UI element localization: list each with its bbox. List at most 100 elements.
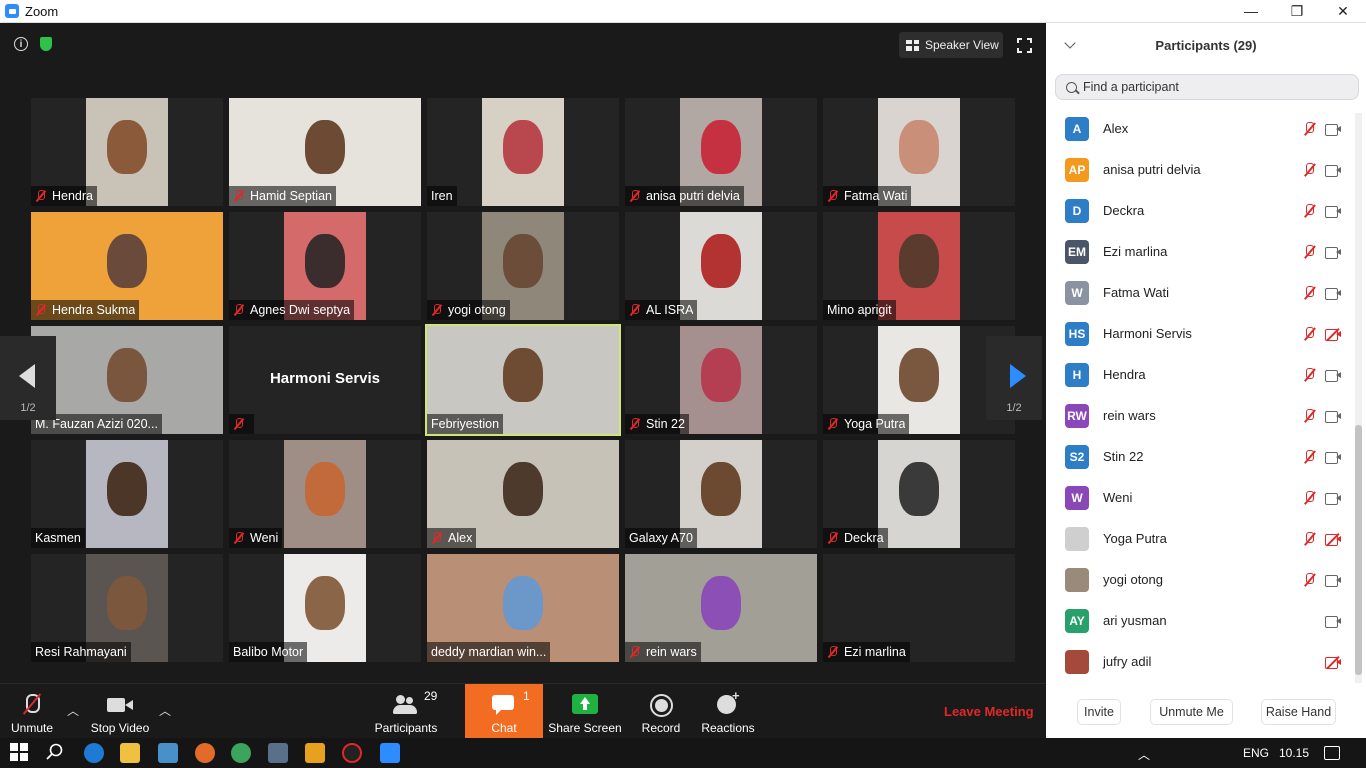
app-taskbar-icon[interactable] <box>158 743 178 763</box>
video-tile[interactable]: Harmoni Servis <box>229 326 421 434</box>
unmute-button[interactable]: Unmute <box>4 684 60 739</box>
app-taskbar-icon-2[interactable] <box>268 743 288 763</box>
camera-icon <box>1325 206 1342 218</box>
video-tile[interactable]: Hendra Sukma <box>31 212 223 320</box>
participant-row[interactable]: S2 Stin 22 <box>1046 436 1351 477</box>
record-button[interactable]: Record <box>634 684 688 739</box>
tile-name: deddy mardian win... <box>431 645 547 659</box>
leave-meeting-button[interactable]: Leave Meeting <box>944 704 1034 719</box>
firefox-icon[interactable] <box>195 743 215 763</box>
video-tile[interactable]: Weni <box>229 440 421 548</box>
previous-page-button[interactable]: 1/2 <box>0 336 56 420</box>
chat-label: Chat <box>491 721 517 735</box>
video-tile[interactable]: Febriyestion <box>425 324 621 436</box>
video-tile[interactable]: Kasmen <box>31 440 223 548</box>
zoom-logo-icon <box>5 4 19 18</box>
video-tile[interactable]: Mino aprigit <box>823 212 1015 320</box>
video-tile[interactable]: Ezi marlina <box>823 554 1015 662</box>
language-indicator[interactable]: ENG <box>1243 746 1269 760</box>
chrome-icon[interactable] <box>231 743 251 763</box>
tile-nameplate: deddy mardian win... <box>427 642 551 662</box>
participant-row[interactable]: jufry adil <box>1046 641 1351 682</box>
file-explorer-icon[interactable] <box>120 743 140 763</box>
video-tile[interactable]: Agnes Dwi septya <box>229 212 421 320</box>
sublime-icon[interactable] <box>305 743 325 763</box>
tile-name: Hamid Septian <box>250 189 332 203</box>
encryption-shield-icon[interactable] <box>40 37 52 51</box>
participant-row[interactable]: A Alex <box>1046 108 1351 149</box>
info-icon[interactable]: i <box>14 37 28 51</box>
recorder-icon[interactable] <box>342 743 362 763</box>
windows-start-icon[interactable] <box>10 743 30 763</box>
participant-row[interactable]: D Deckra <box>1046 190 1351 231</box>
video-tile[interactable]: Deckra <box>823 440 1015 548</box>
participant-row[interactable]: RW rein wars <box>1046 395 1351 436</box>
muted-mic-icon <box>629 190 641 202</box>
video-tile[interactable]: Hendra <box>31 98 223 206</box>
video-tile[interactable]: Balibo Motor <box>229 554 421 662</box>
raise-hand-button[interactable]: Raise Hand <box>1261 699 1336 725</box>
video-tile[interactable]: Galaxy A70 <box>625 440 817 548</box>
participant-face <box>899 120 939 174</box>
tray-chevron-icon[interactable]: ︿ <box>1138 746 1150 763</box>
video-tile[interactable]: deddy mardian win... <box>427 554 619 662</box>
zoom-taskbar-icon[interactable] <box>380 743 400 763</box>
video-options-chevron-icon[interactable]: ︿ <box>159 702 171 719</box>
camera-icon <box>1325 165 1342 177</box>
participants-label: Participants <box>374 721 438 735</box>
speaker-view-button[interactable]: Speaker View <box>899 32 1003 58</box>
participant-row[interactable]: W Fatma Wati <box>1046 272 1351 313</box>
participant-row[interactable]: yogi otong <box>1046 559 1351 600</box>
camera-icon <box>1325 288 1342 300</box>
chat-unread-badge: 1 <box>523 689 530 703</box>
participant-row[interactable]: Yoga Putra <box>1046 518 1351 559</box>
reactions-button[interactable]: Reactions <box>698 684 758 739</box>
video-tile[interactable]: yogi otong <box>427 212 619 320</box>
notifications-icon[interactable] <box>1324 746 1340 760</box>
unmute-me-button[interactable]: Unmute Me <box>1150 699 1233 725</box>
video-tile[interactable]: Alex <box>427 440 619 548</box>
avatar: A <box>1065 117 1089 141</box>
video-tile[interactable]: anisa putri delvia <box>625 98 817 206</box>
video-tile[interactable]: Resi Rahmayani <box>31 554 223 662</box>
participant-row[interactable]: H Hendra <box>1046 354 1351 395</box>
participant-row[interactable]: HS Harmoni Servis <box>1046 313 1351 354</box>
camera-off-icon <box>1325 532 1342 547</box>
share-screen-button[interactable]: Share Screen <box>548 684 622 739</box>
muted-mic-icon <box>1303 286 1315 300</box>
video-tile[interactable]: Hamid Septian <box>229 98 421 206</box>
video-tile[interactable]: AL ISRA <box>625 212 817 320</box>
video-tile[interactable]: Iren <box>427 98 619 206</box>
scrollbar-thumb[interactable] <box>1355 425 1362 675</box>
video-tile[interactable]: Fatma Wati <box>823 98 1015 206</box>
video-feed <box>86 98 168 206</box>
participant-list-scrollbar[interactable] <box>1355 113 1362 683</box>
search-input[interactable] <box>1083 80 1343 94</box>
participant-search[interactable] <box>1055 74 1359 100</box>
participant-row[interactable]: AP anisa putri delvia <box>1046 149 1351 190</box>
participant-row[interactable]: W Weni <box>1046 477 1351 518</box>
chat-button[interactable]: Chat <box>465 684 543 739</box>
edge-browser-icon[interactable] <box>84 743 104 763</box>
close-button[interactable]: ✕ <box>1320 0 1366 22</box>
fullscreen-icon[interactable] <box>1017 38 1032 53</box>
tile-name: Febriyestion <box>431 417 500 431</box>
audio-options-chevron-icon[interactable]: ︿ <box>67 702 79 719</box>
search-taskbar-icon[interactable] <box>46 743 66 763</box>
participant-name: Yoga Putra <box>1103 531 1167 546</box>
next-page-button[interactable]: 1/2 <box>986 336 1042 420</box>
invite-button[interactable]: Invite <box>1077 699 1121 725</box>
tile-nameplate: Balibo Motor <box>229 642 308 662</box>
title-bar: Zoom — ❐ ✕ <box>0 0 1366 23</box>
video-tile[interactable]: M. Fauzan Azizi 020... <box>31 326 223 434</box>
clock[interactable]: 10.15 <box>1279 746 1309 760</box>
video-tile[interactable]: rein wars <box>625 554 817 662</box>
participant-name: yogi otong <box>1103 572 1163 587</box>
participant-row[interactable]: EM Ezi marlina <box>1046 231 1351 272</box>
participant-face <box>701 462 741 516</box>
maximize-button[interactable]: ❐ <box>1274 0 1320 22</box>
participant-row[interactable]: AY ari yusman <box>1046 600 1351 641</box>
stop-video-button[interactable]: Stop Video <box>88 684 152 739</box>
video-tile[interactable]: Stin 22 <box>625 326 817 434</box>
minimize-button[interactable]: — <box>1228 0 1274 22</box>
